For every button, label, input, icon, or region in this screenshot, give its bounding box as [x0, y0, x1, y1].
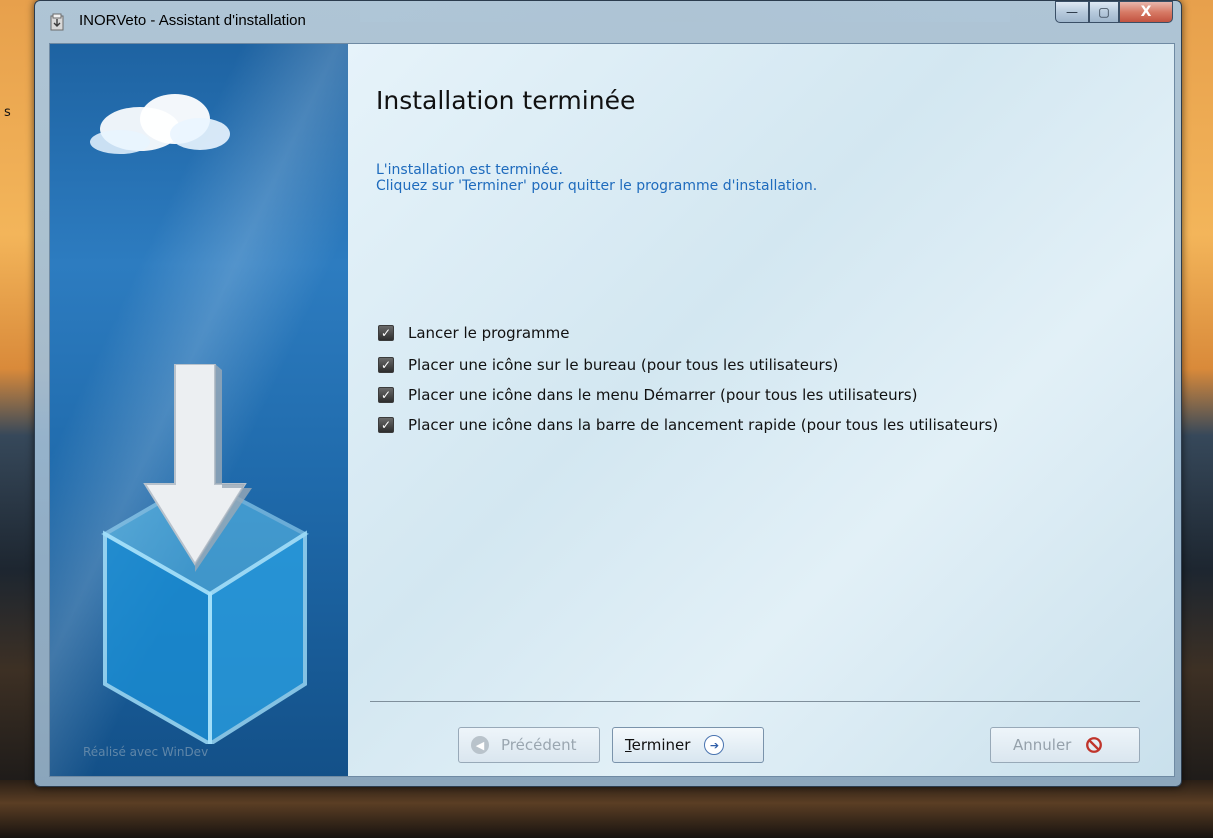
message-line-1: L'installation est terminée. — [376, 162, 563, 178]
option-label: Placer une icône dans la barre de lancem… — [408, 416, 999, 434]
installer-window: INORVeto - Assistant d'installation — ▢ … — [34, 0, 1182, 787]
option-quick-launch-icon[interactable]: ✓ Placer une icône dans la barre de lanc… — [378, 414, 998, 436]
installer-app-icon — [50, 13, 64, 31]
desktop-fragment: s — [4, 105, 11, 120]
button-separator — [370, 701, 1140, 702]
page-title: Installation terminée — [376, 86, 636, 115]
wizard-content: Installation terminée L'installation est… — [348, 44, 1174, 776]
minimize-button[interactable]: — — [1055, 1, 1089, 23]
previous-button[interactable]: ◀ Précédent — [458, 727, 600, 763]
maximize-button[interactable]: ▢ — [1089, 1, 1119, 23]
checkbox-checked-icon[interactable]: ✓ — [378, 387, 394, 403]
option-label: Lancer le programme — [408, 324, 570, 342]
close-button[interactable]: X — [1119, 1, 1173, 23]
message-line-2: Cliquez sur 'Terminer' pour quitter le p… — [376, 178, 818, 194]
option-desktop-icon[interactable]: ✓ Placer une icône sur le bureau (pour t… — [378, 354, 998, 376]
checkbox-checked-icon[interactable]: ✓ — [378, 325, 394, 341]
windev-credit: Réalisé avec WinDev — [83, 745, 209, 759]
finish-button-label: Terminer — [625, 736, 691, 754]
option-label: Placer une icône dans le menu Démarrer (… — [408, 386, 918, 404]
cancel-button-label: Annuler — [1013, 736, 1072, 754]
cancel-button[interactable]: Annuler — [990, 727, 1140, 763]
option-label: Placer une icône sur le bureau (pour tou… — [408, 356, 839, 374]
close-icon: X — [1140, 4, 1152, 20]
window-title: INORVeto - Assistant d'installation — [79, 12, 306, 29]
previous-button-label: Précédent — [501, 736, 577, 754]
checkbox-checked-icon[interactable]: ✓ — [378, 357, 394, 373]
maximize-icon: ▢ — [1098, 5, 1110, 19]
caption-buttons: — ▢ X — [1055, 1, 1173, 23]
option-start-menu-icon[interactable]: ✓ Placer une icône dans le menu Démarrer… — [378, 384, 998, 406]
wizard-side-banner: Réalisé avec WinDev — [50, 44, 348, 776]
wizard-client-area: Réalisé avec WinDev Installation terminé… — [49, 43, 1175, 777]
desktop-edge: s — [0, 0, 38, 838]
options-list: ✓ Lancer le programme ✓ Placer une icône… — [378, 322, 998, 444]
desktop-background-bottom — [0, 780, 1213, 838]
checkbox-checked-icon[interactable]: ✓ — [378, 417, 394, 433]
arrow-right-icon: ➔ — [704, 735, 725, 755]
title-bar[interactable]: INORVeto - Assistant d'installation — ▢ … — [35, 1, 1181, 43]
install-box-arrow-icon — [100, 364, 310, 744]
finish-button[interactable]: Terminer ➔ — [612, 727, 764, 763]
cloud-icon — [90, 94, 230, 154]
no-entry-icon — [1086, 737, 1103, 753]
arrow-left-icon: ◀ — [471, 736, 489, 754]
completion-message: L'installation est terminée. Cliquez sur… — [376, 162, 817, 194]
option-launch-program[interactable]: ✓ Lancer le programme — [378, 322, 998, 344]
minimize-icon: — — [1066, 5, 1078, 19]
